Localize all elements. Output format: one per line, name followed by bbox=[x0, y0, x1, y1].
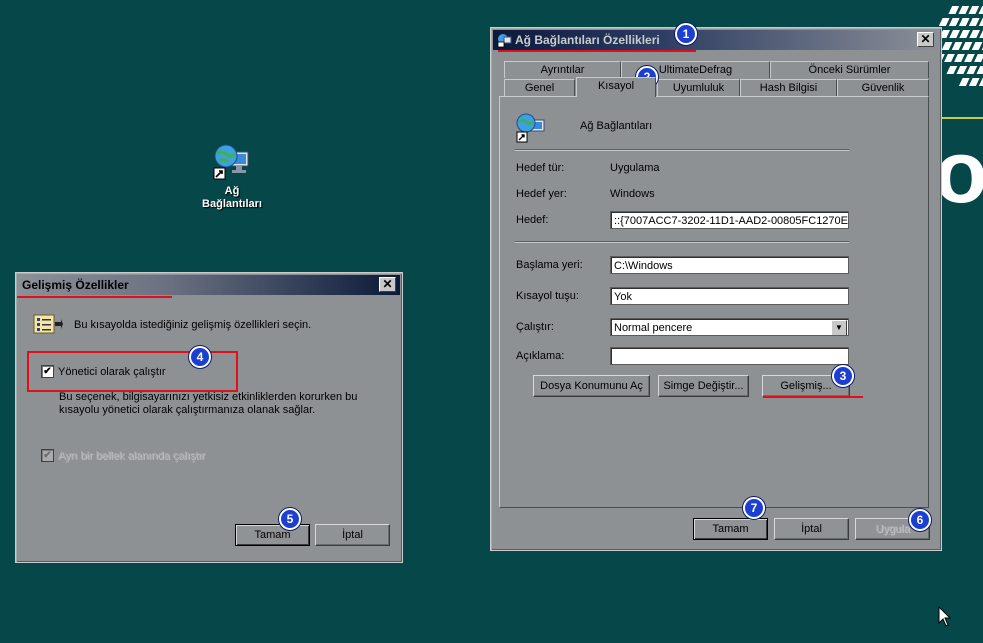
separate-memory-label: Ayrı bir bellek alanında çalıştır bbox=[58, 450, 206, 462]
advanced-ok-button[interactable]: Tamam bbox=[235, 524, 310, 546]
desktop-icon-label: Ağ Bağlantıları bbox=[202, 185, 262, 210]
target-type-label: Hedef tür: bbox=[516, 162, 565, 174]
step-badge: 6 bbox=[909, 509, 931, 531]
tab-hash[interactable]: Hash Bilgisi bbox=[740, 79, 837, 96]
advanced-properties-window: Gelişmiş Özellikler ✕ Bu kısayolda isted… bbox=[15, 272, 403, 563]
ok-button[interactable]: Tamam bbox=[693, 518, 768, 540]
properties-titlebar[interactable]: Ağ Bağlantıları Özellikleri ✕ bbox=[493, 30, 939, 50]
advanced-close-button[interactable]: ✕ bbox=[379, 277, 396, 292]
properties-window: Ağ Bağlantıları Özellikleri ✕ Ayrıntılar… bbox=[490, 27, 942, 551]
step-badge: 5 bbox=[279, 508, 301, 530]
highlight-underline bbox=[17, 296, 172, 298]
highlight-underline bbox=[763, 396, 863, 398]
run-as-admin-description: kısayolu yönetici olarak çalıştırmanıza … bbox=[59, 404, 316, 416]
step-badge: 7 bbox=[743, 497, 765, 519]
target-type-value: Uygulama bbox=[610, 162, 660, 174]
cancel-button[interactable]: İptal bbox=[774, 518, 849, 540]
separator bbox=[515, 149, 849, 151]
target-location-value: Windows bbox=[610, 188, 655, 200]
start-in-field[interactable]: C:\Windows bbox=[610, 256, 849, 274]
target-location-label: Hedef yer: bbox=[516, 188, 567, 200]
step-badge: 1 bbox=[675, 23, 697, 45]
mouse-cursor-icon bbox=[938, 606, 952, 627]
advanced-cancel-button[interactable]: İptal bbox=[315, 524, 390, 546]
run-select-value: Normal pencere bbox=[614, 322, 693, 334]
step-badge: 4 bbox=[189, 346, 211, 368]
comment-field[interactable] bbox=[610, 347, 849, 365]
highlight-underline bbox=[498, 50, 696, 52]
tab-security[interactable]: Güvenlik bbox=[837, 79, 929, 96]
network-connections-icon bbox=[516, 113, 545, 143]
shortcut-key-field[interactable]: Yok bbox=[610, 287, 849, 305]
desktop-icon-network-connections[interactable]: Ağ Bağlantıları bbox=[196, 142, 268, 211]
change-icon-button[interactable]: Simge Değiştir... bbox=[658, 375, 749, 397]
run-as-admin-description: Bu seçenek, bilgisayarınızı yetkisiz etk… bbox=[59, 391, 358, 403]
tab-shortcut[interactable]: Kısayol bbox=[576, 77, 656, 97]
advanced-intro-text: Bu kısayolda istediğiniz gelişmiş özelli… bbox=[74, 319, 312, 331]
run-select[interactable]: Normal pencere ▼ bbox=[610, 318, 849, 336]
target-label: Hedef: bbox=[516, 214, 549, 226]
properties-title: Ağ Bağlantıları Özellikleri bbox=[515, 33, 660, 47]
run-label: Çalıştır: bbox=[516, 321, 554, 333]
separate-memory-checkbox[interactable]: ✔ bbox=[41, 449, 54, 462]
network-connections-icon bbox=[213, 144, 249, 180]
open-file-location-button[interactable]: Dosya Konumunu Aç bbox=[533, 375, 650, 397]
network-connections-icon bbox=[497, 34, 512, 48]
tab-compatibility[interactable]: Uyumluluk bbox=[657, 79, 740, 96]
tab-general[interactable]: Genel bbox=[504, 79, 575, 96]
chevron-down-icon[interactable]: ▼ bbox=[831, 320, 847, 335]
advanced-titlebar[interactable]: Gelişmiş Özellikler ✕ bbox=[18, 275, 400, 295]
properties-list-icon bbox=[33, 314, 63, 334]
shortcut-key-label: Kısayol tuşu: bbox=[516, 290, 579, 302]
separator bbox=[515, 241, 849, 243]
start-in-label: Başlama yeri: bbox=[516, 259, 583, 271]
properties-close-button[interactable]: ✕ bbox=[917, 32, 934, 47]
advanced-title: Gelişmiş Özellikler bbox=[22, 278, 129, 292]
tab-details[interactable]: Ayrıntılar bbox=[504, 61, 621, 78]
step-badge: 3 bbox=[832, 365, 854, 387]
target-field[interactable]: ::{7007ACC7-3202-11D1-AAD2-00805FC1270E} bbox=[610, 211, 849, 229]
shortcut-name: Ağ Bağlantıları bbox=[580, 120, 653, 132]
wallpaper-accent-line bbox=[938, 117, 983, 119]
tab-previous-versions[interactable]: Önceki Sürümler bbox=[770, 61, 929, 78]
comment-label: Açıklama: bbox=[516, 350, 565, 362]
